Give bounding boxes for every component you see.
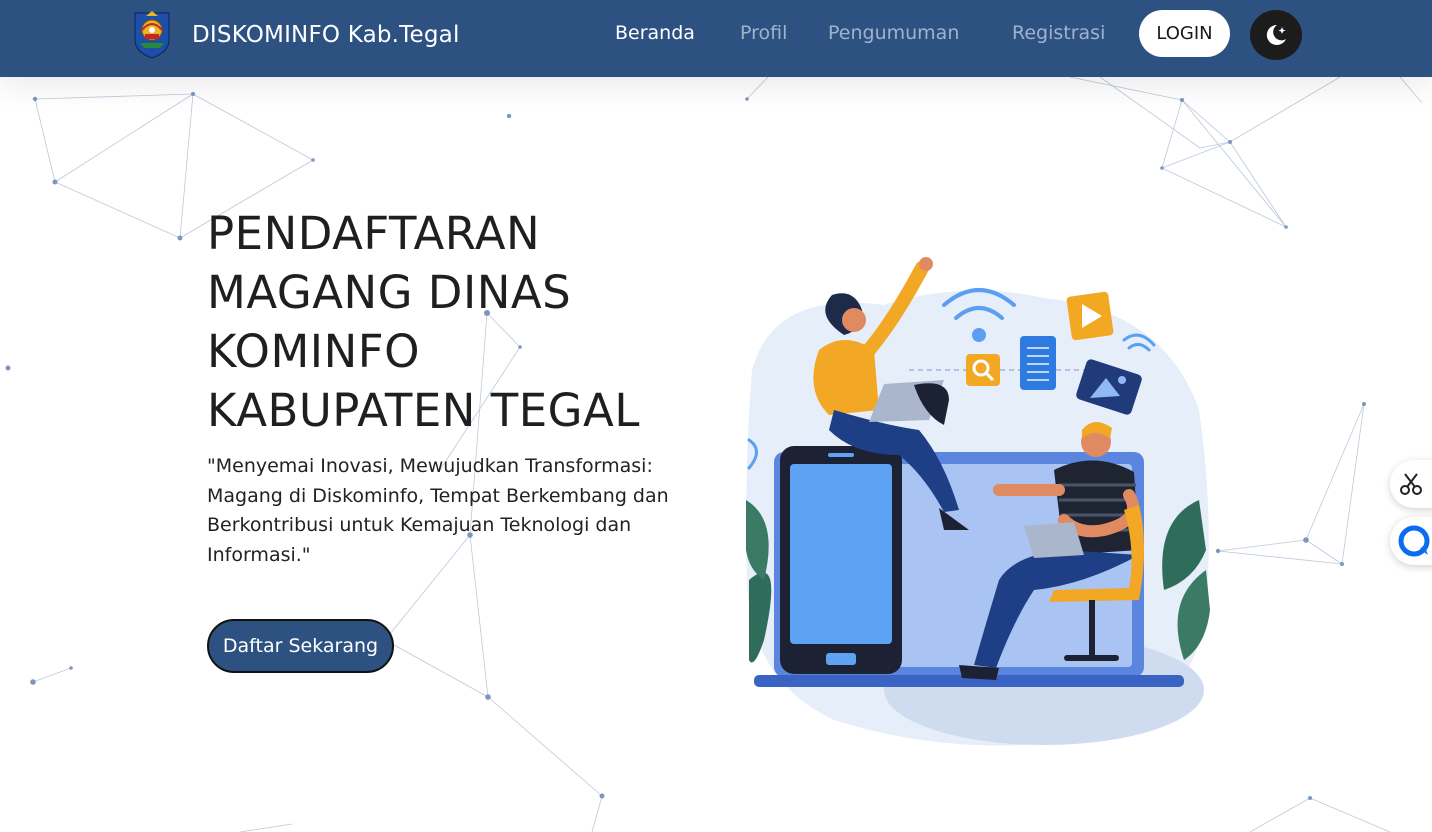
hero-title-line: KABUPATEN TEGAL (207, 384, 640, 437)
scissors-icon (1400, 473, 1422, 495)
nav-link-registrasi[interactable]: Registrasi (1012, 22, 1105, 44)
hero-title-line: KOMINFO (207, 325, 421, 378)
hero-quote-line: "Menyemai Inovasi, Mewujudkan Transforma… (207, 455, 653, 477)
nav-link-profil[interactable]: Profil (740, 22, 787, 44)
nav-link-beranda[interactable]: Beranda (615, 22, 695, 44)
hero-title-line: MAGANG DINAS (207, 266, 572, 319)
hero-quote-line: Berkontribusi untuk Kemajuan Teknologi d… (207, 514, 632, 536)
hero-quote: "Menyemai Inovasi, Mewujudkan Transforma… (207, 452, 707, 570)
hero-title: PENDAFTARAN MAGANG DINAS KOMINFO KABUPAT… (207, 204, 727, 440)
daftar-sekarang-button[interactable]: Daftar Sekarang (207, 619, 394, 673)
login-button[interactable]: LOGIN (1139, 10, 1230, 57)
hero-title-line: PENDAFTARAN (207, 207, 541, 260)
people-working-with-devices-illustration (746, 257, 1210, 746)
moon-star-icon (1266, 24, 1286, 45)
side-widget-scissors[interactable] (1390, 460, 1432, 508)
page: DISKOMINFO Kab.Tegal Beranda Profil Peng… (0, 0, 1432, 832)
kabupaten-tegal-emblem-icon (134, 11, 170, 59)
nav-link-pengumuman[interactable]: Pengumuman (828, 22, 959, 44)
hero-quote-line: Informasi." (207, 543, 311, 566)
navbar: DISKOMINFO Kab.Tegal Beranda Profil Peng… (0, 0, 1432, 77)
brand-home-link[interactable]: DISKOMINFO Kab.Tegal (132, 10, 460, 60)
side-widget-chat[interactable] (1390, 517, 1432, 565)
brand-name: DISKOMINFO Kab.Tegal (192, 22, 460, 48)
chat-bubble-icon (1398, 525, 1430, 557)
hero-quote-line: Magang di Diskominfo, Tempat Berkembang … (207, 484, 669, 507)
theme-toggle-button[interactable] (1250, 10, 1302, 60)
